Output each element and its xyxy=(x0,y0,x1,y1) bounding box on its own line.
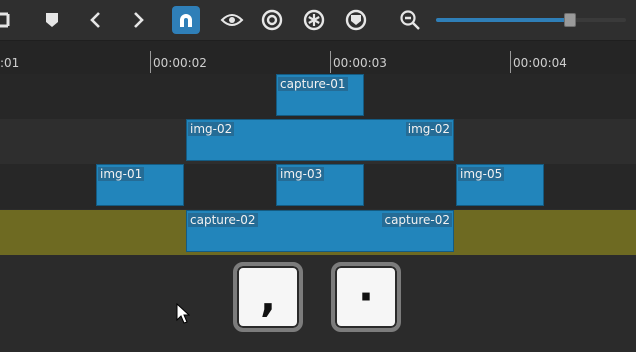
clip-label: img-02 xyxy=(405,122,452,136)
marker-icon[interactable] xyxy=(38,6,66,34)
ruler-label: 00:00:03 xyxy=(333,56,387,70)
clip-label: img-02 xyxy=(188,122,235,136)
clip-label: capture-01 xyxy=(278,77,348,91)
scrub-audio-icon[interactable] xyxy=(218,6,246,34)
zoom-slider-handle[interactable] xyxy=(564,13,576,27)
ruler-label: 00:00:04 xyxy=(513,56,567,70)
empty-track-area xyxy=(0,258,636,352)
key-period: · xyxy=(331,262,401,332)
ruler-label: 00:00:02 xyxy=(153,56,207,70)
timeline-panel: :01 00:00:02 00:00:03 00:00:04 capture-0… xyxy=(0,0,636,352)
ruler-tick xyxy=(150,51,151,73)
track-1[interactable]: capture-01 xyxy=(0,74,636,119)
snap-icon[interactable] xyxy=(172,6,200,34)
key-glyph: , xyxy=(260,272,276,321)
track-2[interactable]: img-02 img-02 xyxy=(0,119,636,164)
clip-label: img-01 xyxy=(98,167,145,181)
ripple-icon[interactable] xyxy=(258,6,286,34)
clip-label: img-05 xyxy=(458,167,505,181)
clip-capture-01[interactable]: capture-01 xyxy=(276,74,364,116)
clip-capture-02[interactable]: capture-02 capture-02 xyxy=(186,210,454,252)
key-glyph: · xyxy=(358,272,374,321)
clip-img-03[interactable]: img-03 xyxy=(276,164,364,206)
time-ruler[interactable]: :01 00:00:02 00:00:03 00:00:04 xyxy=(0,41,636,74)
ripple-markers-icon[interactable] xyxy=(342,6,370,34)
mouse-cursor-icon xyxy=(176,302,191,329)
ruler-label: :01 xyxy=(0,56,20,70)
clip-label: img-03 xyxy=(278,167,325,181)
track-3[interactable]: img-01 img-03 img-05 xyxy=(0,164,636,209)
timeline-toolbar xyxy=(0,0,636,41)
clip-img-01[interactable]: img-01 xyxy=(96,164,184,206)
key-comma: , xyxy=(233,262,303,332)
clip-label: capture-02 xyxy=(382,213,452,227)
clip-label: capture-02 xyxy=(188,213,258,227)
zoom-slider-fill xyxy=(436,18,569,22)
zoom-slider[interactable] xyxy=(436,13,626,27)
ruler-tick xyxy=(510,51,511,73)
clip-img-05[interactable]: img-05 xyxy=(456,164,544,206)
previous-marker-icon[interactable] xyxy=(82,6,110,34)
ruler-tick xyxy=(330,51,331,73)
track-4[interactable]: capture-02 capture-02 xyxy=(0,210,636,255)
ripple-all-tracks-icon[interactable] xyxy=(300,6,328,34)
lift-icon[interactable] xyxy=(0,6,20,34)
clip-img-02[interactable]: img-02 img-02 xyxy=(186,119,454,161)
next-marker-icon[interactable] xyxy=(124,6,152,34)
zoom-out-icon[interactable] xyxy=(396,6,424,34)
